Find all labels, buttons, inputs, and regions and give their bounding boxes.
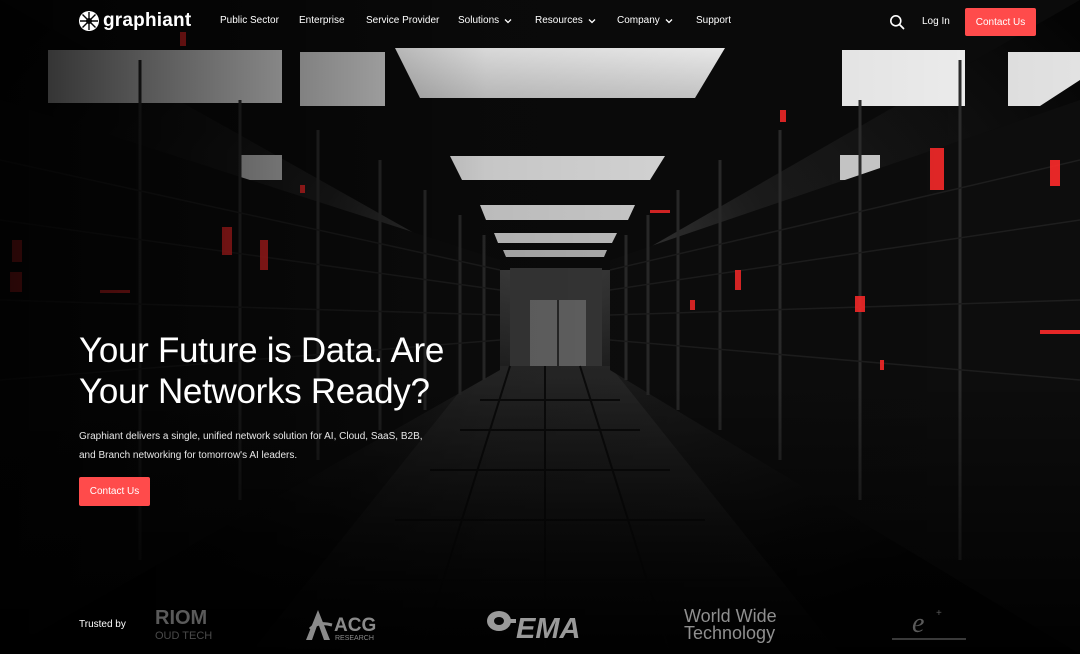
chevron-down-icon [665,18,673,23]
nav-company[interactable]: Company [617,15,696,26]
acg-logo-subtext: RESEARCH [335,635,374,642]
nav-label: Company [617,15,660,26]
ema-logo-text: EMA [516,613,580,643]
nav-label: Resources [535,15,583,26]
svg-text:+: + [936,608,942,619]
top-navigation: graphiant Public Sector Enterprise Servi… [0,0,1080,44]
nav-label: Service Provider [366,15,440,26]
nav-label: Enterprise [299,15,345,26]
chevron-down-icon [588,18,596,23]
hero-section: Your Future is Data. Are Your Networks R… [79,330,499,506]
nav-solutions[interactable]: Solutions [458,15,535,26]
riom-logo-text: RIOM [155,607,207,629]
nav-resources[interactable]: Resources [535,15,617,26]
graphiant-logo-icon [79,11,99,31]
riom-cloud-tech-logo: RIOM OUD TECH [155,607,212,642]
acg-logo-text: ACG [334,615,376,636]
world-wide-technology-logo: World Wide Technology [684,606,777,643]
contact-us-button-hero[interactable]: Contact Us [79,477,150,506]
nav-label: Support [696,15,732,26]
ema-logo: EMA [487,611,580,643]
riom-logo-subtext: OUD TECH [155,630,212,642]
trusted-by-label: Trusted by [79,619,126,630]
chevron-down-icon [504,18,512,23]
main-menu: Public Sector Enterprise Service Provide… [220,15,731,26]
search-icon[interactable] [889,14,905,30]
acg-research-logo: ACG RESEARCH [306,610,376,642]
hero-subtitle-line-2: and Branch networking for tomorrow's AI … [79,450,298,461]
hero-title: Your Future is Data. Are Your Networks R… [79,330,499,412]
nav-support[interactable]: Support [696,15,731,26]
page: graphiant Public Sector Enterprise Servi… [0,0,1080,654]
nav-public-sector[interactable]: Public Sector [220,15,299,26]
contact-us-button-nav[interactable]: Contact Us [965,8,1036,36]
nav-label: Public Sector [220,15,279,26]
brand-name: graphiant [103,10,192,31]
e-plus-logo: e + [892,608,966,640]
nav-service-provider[interactable]: Service Provider [366,15,458,26]
wwt-logo-line-2: Technology [684,623,775,643]
nav-enterprise[interactable]: Enterprise [299,15,366,26]
hero-background-image [0,0,1080,654]
hero-title-line-2: Your Networks Ready? [79,372,430,411]
brand-logo[interactable]: graphiant [78,10,191,32]
nav-label: Solutions [458,15,500,26]
hero-subtitle: Graphiant delivers a single, unified net… [79,427,479,465]
hero-subtitle-line-1: Graphiant delivers a single, unified net… [79,431,423,442]
e-logo-text: e [912,608,924,639]
hero-title-line-1: Your Future is Data. Are [79,331,445,370]
login-link[interactable]: Log In [922,16,950,27]
